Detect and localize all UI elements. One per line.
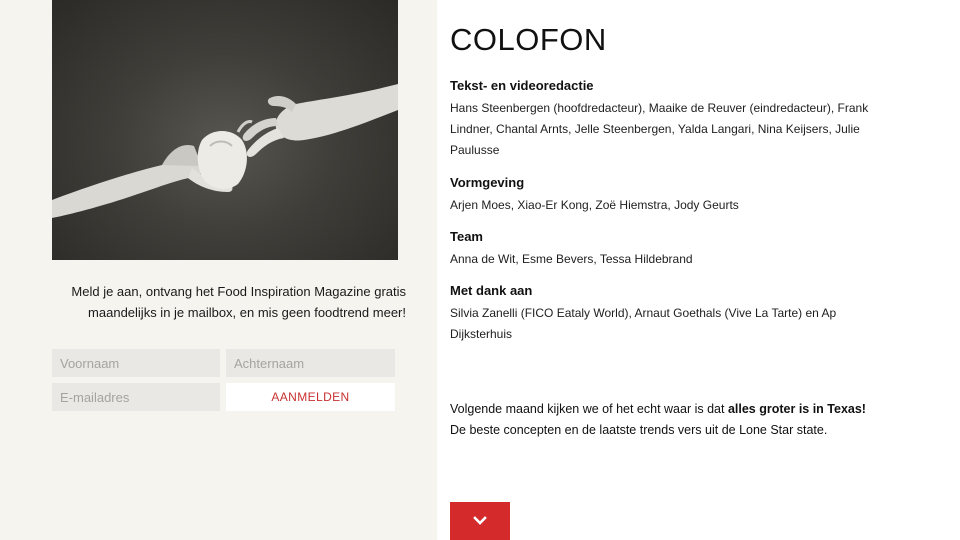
credits-section: Tekst- en videoredactie Hans Steenbergen…	[450, 77, 870, 161]
email-input[interactable]	[52, 383, 220, 411]
next-month-teaser: Volgende maand kijken we of het echt waa…	[450, 399, 910, 441]
section-body: Anna de Wit, Esme Bevers, Tessa Hildebra…	[450, 252, 693, 266]
signup-description: Meld je aan, ontvang het Food Inspiratio…	[71, 284, 406, 320]
credits-section: Met dank aan Silvia Zanelli (FICO Eataly…	[450, 282, 870, 345]
section-body: Silvia Zanelli (FICO Eataly World), Arna…	[450, 306, 837, 341]
section-body: Arjen Moes, Xiao-Er Kong, Zoë Hiemstra, …	[450, 198, 739, 212]
section-heading: Team	[450, 229, 483, 244]
teaser-highlight: alles groter is in Texas!	[727, 402, 866, 416]
section-heading: Met dank aan	[450, 283, 533, 298]
credits-section: Team Anna de Wit, Esme Bevers, Tessa Hil…	[450, 228, 870, 270]
section-heading: Vormgeving	[450, 175, 525, 190]
first-name-input[interactable]	[52, 349, 220, 377]
hands-pepper-photo	[52, 0, 398, 260]
chevron-down-icon	[473, 516, 487, 525]
section-heading: Tekst- en videoredactie	[450, 78, 594, 93]
page-title: COLOFON	[450, 22, 607, 57]
credits-section: Vormgeving Arjen Moes, Xiao-Er Kong, Zoë…	[450, 174, 870, 216]
scroll-down-button[interactable]	[450, 502, 510, 540]
signup-button[interactable]: AANMELDEN	[226, 383, 395, 411]
signup-panel: Meld je aan, ontvang het Food Inspiratio…	[0, 0, 437, 540]
last-name-input[interactable]	[226, 349, 395, 377]
teaser-subline: De beste concepten en de laatste trends …	[450, 423, 828, 437]
section-body: Hans Steenbergen (hoofdredacteur), Maaik…	[450, 101, 869, 157]
teaser-text: Volgende maand kijken we of het echt waa…	[450, 402, 728, 416]
